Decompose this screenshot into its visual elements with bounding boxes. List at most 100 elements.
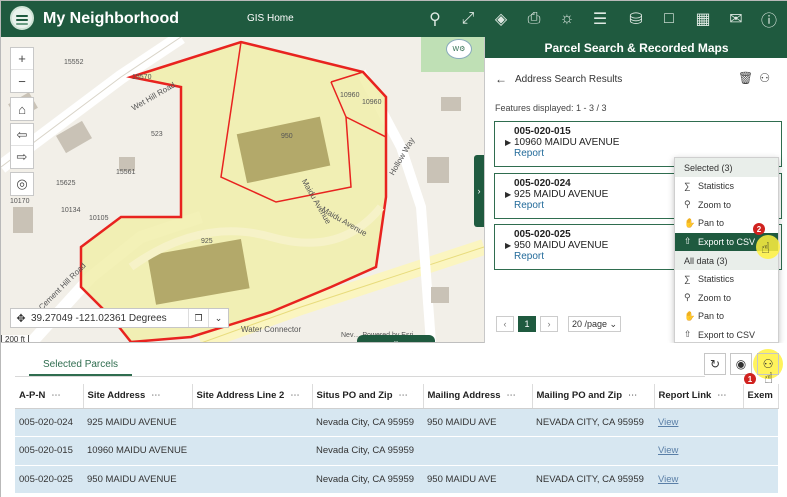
parcel-label: 10170 [10,198,30,205]
attribute-table: A-P-N ⋯ Site Address ⋯ Site Address Line 2… [15,384,779,494]
nav-controls: ⇦ ⇨ [10,123,34,169]
cell-report-link: View [654,465,743,494]
cell-site-address-2 [192,436,312,466]
tab-divider [15,376,705,377]
zoom-out-button[interactable]: − [11,70,33,92]
search-icon[interactable]: ⚲ [424,8,446,30]
previous-extent-icon[interactable]: ⇦ [11,124,33,146]
menu-item-export-csv-all[interactable]: ⇧ Export to CSV [675,326,778,345]
parcel-label: 15570 [132,74,152,81]
menu-item-statistics-all[interactable]: ∑ Statistics [675,270,778,289]
map-view[interactable]: 15552 15570 523 15561 15625 10170 10134 … [1,37,484,343]
menu-item-zoom-to-all[interactable]: ⚲ Zoom to [675,289,778,308]
parcel-label: 10134 [61,207,81,214]
per-page-select[interactable]: 20 /page ⌄ [568,316,622,332]
expand-icon[interactable]: ▶ [505,241,511,250]
expand-panel-button[interactable]: › [474,155,484,227]
cell-situs-po-zip: Nevada City, CA 95959 [312,465,423,494]
scale-bar: 200 ft [1,335,30,342]
column-menu-icon: ⋯ [717,390,727,402]
database-icon[interactable]: ⛁ [625,8,647,30]
next-page-button[interactable]: › [540,316,558,332]
map-watermark: W ⚙ [446,39,472,59]
column-menu-icon: ⋯ [151,390,161,402]
coordinate-bar: ✥ 39.27049 -121.02361 Degrees ❐ ⌄ [10,308,229,328]
next-extent-icon[interactable]: ⇨ [11,146,33,168]
coordinate-readout: 39.27049 -121.02361 Degrees [31,312,167,324]
street-label: Water Connector [241,325,302,334]
sum-icon: ∑ [684,274,691,285]
show-selection-icon[interactable]: ◉ [730,353,752,375]
basemap-icon[interactable]: ☼ [556,8,578,30]
select-icon[interactable]: ⤢ [457,8,479,30]
cell-site-address: 10960 MAIDU AVENUE [83,436,192,466]
copy-icon[interactable]: ❐ [188,309,208,327]
column-header[interactable]: Report Link ⋯ [654,384,744,409]
parcel-label: 15552 [64,59,84,66]
column-header[interactable]: Site Address Line 2 ⋯ [192,384,313,409]
zoom-in-button[interactable]: + [11,48,33,70]
parcel-label: 950 [281,133,293,140]
trash-icon[interactable]: 🗑 [738,71,759,85]
locate-icon[interactable]: ◎ [11,173,33,195]
map-canvas [1,37,484,342]
menu-item-zoom-to[interactable]: ⚲ Zoom to [675,196,778,215]
table-row[interactable]: 005-020-015 10960 MAIDU AVENUE Nevada Ci… [15,436,778,466]
column-menu-icon: ⋯ [290,390,300,402]
hand-cursor-icon: ☝ [761,240,771,257]
panel-title: Parcel Search & Recorded Maps [485,37,787,58]
back-arrow-icon[interactable]: ← [495,72,507,86]
tab-selected-parcels[interactable]: Selected Parcels [29,354,133,376]
refresh-icon[interactable]: ↻ [704,353,726,375]
mail-icon[interactable]: ✉ [725,8,747,30]
info-icon[interactable]: ⓘ [758,8,780,30]
cell-mailing-address [423,436,532,466]
measure-icon[interactable]: ☰ [589,8,611,30]
grid-icon[interactable]: ▦ [692,8,714,30]
actions-icon[interactable]: ⚇ [759,71,776,85]
column-header[interactable]: Exem [743,384,779,409]
menu-section-selected: Selected (3) [675,158,778,177]
sum-icon: ∑ [684,181,691,192]
result-apn: 005-020-015 [514,126,571,137]
gis-home-link[interactable]: GIS Home [247,13,294,24]
expand-icon[interactable]: ▶ [505,138,511,147]
parcel-label: 523 [151,131,163,138]
column-header[interactable]: A-P-N ⋯ [15,384,84,409]
table-row[interactable]: 005-020-025 950 MAIDU AVENUE Nevada City… [15,465,778,494]
menu-item-pan-to-all[interactable]: ✋ Pan to [675,307,778,326]
layers-icon[interactable]: ◈ [490,8,512,30]
column-header[interactable]: Situs PO and Zip ⋯ [312,384,424,409]
table-row[interactable]: 005-020-024 925 MAIDU AVENUE Nevada City… [15,408,778,437]
prev-page-button[interactable]: ‹ [496,316,514,332]
cell-situs-po-zip: Nevada City, CA 95959 [312,408,423,437]
cell-mailing-po-zip [532,436,654,466]
expand-icon[interactable]: ▶ [505,190,511,199]
print-icon[interactable]: ⎙ [523,8,545,30]
column-header[interactable]: Mailing PO and Zip ⋯ [532,384,655,409]
column-menu-icon: ⋯ [628,390,638,402]
app-title: My Neighborhood [43,10,179,27]
chevron-down-icon[interactable]: ⌄ [208,309,228,327]
cell-apn: 005-020-024 [15,408,83,437]
column-header[interactable]: Mailing Address ⋯ [423,384,533,409]
home-icon[interactable]: ⌂ [11,98,33,120]
view-link[interactable]: View [658,417,678,428]
cell-report-link: View [654,436,743,466]
cell-mailing-po-zip: NEVADA CITY, CA 95959 [532,465,654,494]
cell-mailing-po-zip: NEVADA CITY, CA 95959 [532,408,654,437]
parcel-label: 925 [201,238,213,245]
view-link[interactable]: View [658,445,678,456]
parcel-label: 10105 [89,215,109,222]
table-header-row: A-P-N ⋯ Site Address ⋯ Site Address Line 2… [15,384,779,409]
collapse-table-button[interactable]: ⌄ [357,335,435,342]
column-header[interactable]: Site Address ⋯ [83,384,193,409]
crosshair-icon[interactable]: ✥ [11,312,31,325]
bookmark-icon[interactable]: □ [658,8,680,30]
column-menu-icon: ⋯ [51,390,61,402]
features-count: Features displayed: 1 - 3 / 3 [495,103,607,113]
hand-icon: ✋ [684,217,696,228]
menu-item-statistics[interactable]: ∑ Statistics [675,177,778,196]
page-number[interactable]: 1 [518,316,536,332]
view-link[interactable]: View [658,474,678,485]
